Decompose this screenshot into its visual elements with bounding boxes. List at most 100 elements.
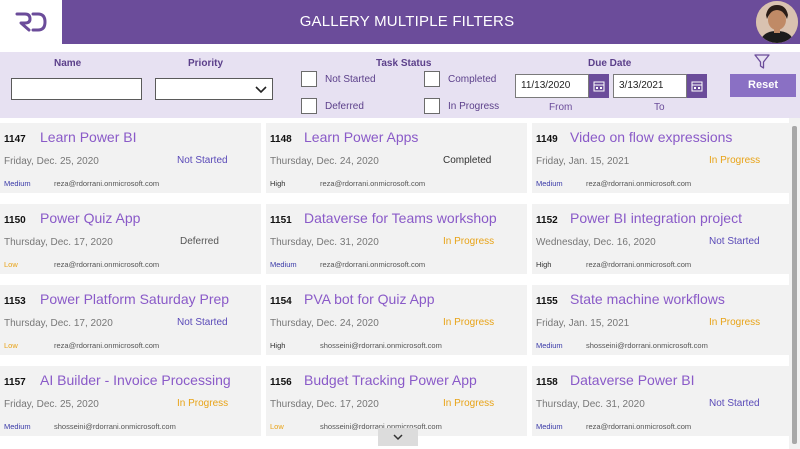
reset-button[interactable]: Reset — [730, 74, 796, 97]
task-title[interactable]: Learn Power BI — [40, 129, 137, 145]
task-id: 1156 — [270, 377, 292, 388]
task-title[interactable]: PVA bot for Quiz App — [304, 291, 434, 307]
assignee-email: shosseini@rdorrani.onmicrosoft.com — [320, 341, 442, 350]
rd-logo-icon — [15, 12, 47, 32]
priority-filter-label: Priority — [188, 58, 224, 69]
priority-label: High — [270, 179, 286, 188]
task-card[interactable]: 1157 AI Builder - Invoice Processing Frida… — [0, 366, 261, 436]
task-title[interactable]: Dataverse for Teams workshop — [304, 210, 497, 226]
from-calendar-button[interactable] — [589, 74, 609, 98]
task-card[interactable]: 1154 PVA bot for Quiz App Thursday, Dec. 2… — [266, 285, 527, 355]
assignee-email: reza@rdorrani.onmicrosoft.com — [586, 422, 692, 431]
status-badge: Not Started — [177, 317, 228, 328]
status-checkbox-in-progress[interactable]: In Progress — [424, 98, 499, 114]
checkbox-label: In Progress — [448, 100, 500, 112]
status-badge: In Progress — [443, 236, 495, 247]
task-title[interactable]: Power Quiz App — [40, 210, 140, 226]
task-due-date: Thursday, Dec. 24, 2020 — [270, 318, 379, 329]
from-date-value[interactable]: 11/13/2020 — [515, 74, 589, 98]
status-badge: Not Started — [709, 398, 760, 409]
task-card[interactable]: 1153 Power Platform Saturday Prep Thursday… — [0, 285, 261, 355]
assignee-email: reza@rdorrani.onmicrosoft.com — [54, 260, 160, 269]
checkbox-label: Completed — [448, 73, 497, 85]
task-title[interactable]: Budget Tracking Power App — [304, 372, 477, 388]
status-badge: Not Started — [709, 236, 760, 247]
priority-label: Low — [270, 422, 284, 431]
funnel-icon[interactable] — [754, 54, 770, 70]
task-card[interactable]: 1158 Dataverse Power BI Thursday, Dec. 31,… — [532, 366, 793, 436]
checkbox-box[interactable] — [301, 98, 317, 114]
task-id: 1155 — [536, 296, 558, 307]
task-due-date: Friday, Dec. 25, 2020 — [4, 156, 99, 167]
chevron-down-icon — [393, 434, 403, 441]
task-title[interactable]: Power BI integration project — [570, 210, 742, 226]
to-calendar-button[interactable] — [687, 74, 707, 98]
task-due-date: Thursday, Dec. 17, 2020 — [270, 399, 379, 410]
assignee-email: shosseini@rdorrani.onmicrosoft.com — [586, 341, 708, 350]
task-card[interactable]: 1152 Power BI integration project Wednesda… — [532, 204, 793, 274]
status-checkbox-not-started[interactable]: Not Started — [301, 71, 376, 87]
task-due-date: Wednesday, Dec. 16, 2020 — [536, 237, 656, 248]
priority-label: High — [270, 341, 286, 350]
task-gallery: 1147 Learn Power BI Friday, Dec. 25, 2020 N… — [0, 118, 800, 449]
header-bar: GALLERY MULTIPLE FILTERS — [0, 0, 800, 44]
task-due-date: Thursday, Dec. 31, 2020 — [270, 237, 379, 248]
task-title[interactable]: Video on flow expressions — [570, 129, 732, 145]
task-due-date: Friday, Jan. 15, 2021 — [536, 156, 630, 167]
calendar-icon — [691, 81, 703, 92]
task-card[interactable]: 1156 Budget Tracking Power App Thursday, D… — [266, 366, 527, 436]
assignee-email: shosseini@rdorrani.onmicrosoft.com — [54, 422, 176, 431]
status-checkbox-deferred[interactable]: Deferred — [301, 98, 364, 114]
assignee-email: reza@rdorrani.onmicrosoft.com — [320, 179, 426, 188]
task-card[interactable]: 1155 State machine workflows Friday, Jan. … — [532, 285, 793, 355]
status-badge: In Progress — [709, 155, 761, 166]
task-card[interactable]: 1148 Learn Power Apps Thursday, Dec. 24, 2… — [266, 123, 527, 193]
task-title[interactable]: AI Builder - Invoice Processing — [40, 372, 231, 388]
status-badge: Completed — [443, 155, 492, 166]
task-id: 1149 — [536, 134, 558, 145]
status-badge: In Progress — [443, 398, 495, 409]
priority-label: Medium — [536, 422, 563, 431]
to-date-picker[interactable]: 3/13/2021 — [613, 74, 707, 98]
user-avatar-icon — [756, 1, 798, 43]
priority-dropdown[interactable] — [155, 78, 273, 100]
task-id: 1152 — [536, 215, 558, 226]
task-id: 1158 — [536, 377, 558, 388]
name-search-input[interactable] — [11, 78, 142, 100]
scroll-down-button[interactable] — [378, 428, 418, 446]
assignee-email: reza@rdorrani.onmicrosoft.com — [320, 260, 426, 269]
task-id: 1157 — [4, 377, 26, 388]
to-label: To — [654, 102, 665, 113]
priority-label: Low — [4, 260, 18, 269]
task-id: 1153 — [4, 296, 26, 307]
status-checkbox-completed[interactable]: Completed — [424, 71, 496, 87]
priority-label: High — [536, 260, 552, 269]
task-due-date: Friday, Dec. 25, 2020 — [4, 399, 99, 410]
task-card[interactable]: 1151 Dataverse for Teams workshop Thursday… — [266, 204, 527, 274]
task-id: 1154 — [270, 296, 292, 307]
task-card[interactable]: 1149 Video on flow expressions Friday, Jan… — [532, 123, 793, 193]
task-id: 1147 — [4, 134, 26, 145]
to-date-value[interactable]: 3/13/2021 — [613, 74, 687, 98]
due-date-label: Due Date — [588, 58, 632, 69]
task-card[interactable]: 1150 Power Quiz App Thursday, Dec. 17, 202… — [0, 204, 261, 274]
task-title[interactable]: State machine workflows — [570, 291, 725, 307]
checkbox-box[interactable] — [424, 98, 440, 114]
status-badge: Not Started — [177, 155, 228, 166]
priority-label: Medium — [536, 179, 563, 188]
task-title[interactable]: Dataverse Power BI — [570, 372, 695, 388]
avatar[interactable] — [756, 1, 798, 43]
task-title[interactable]: Learn Power Apps — [304, 129, 418, 145]
task-id: 1148 — [270, 134, 292, 145]
priority-label: Medium — [4, 422, 31, 431]
status-badge: Deferred — [180, 236, 219, 247]
task-title[interactable]: Power Platform Saturday Prep — [40, 291, 229, 307]
checkbox-box[interactable] — [301, 71, 317, 87]
from-date-picker[interactable]: 11/13/2020 — [515, 74, 609, 98]
checkbox-box[interactable] — [424, 71, 440, 87]
scrollbar-thumb[interactable] — [792, 126, 797, 444]
priority-label: Medium — [270, 260, 297, 269]
task-card[interactable]: 1147 Learn Power BI Friday, Dec. 25, 2020 N… — [0, 123, 261, 193]
from-label: From — [549, 102, 573, 113]
task-due-date: Thursday, Dec. 17, 2020 — [4, 237, 113, 248]
